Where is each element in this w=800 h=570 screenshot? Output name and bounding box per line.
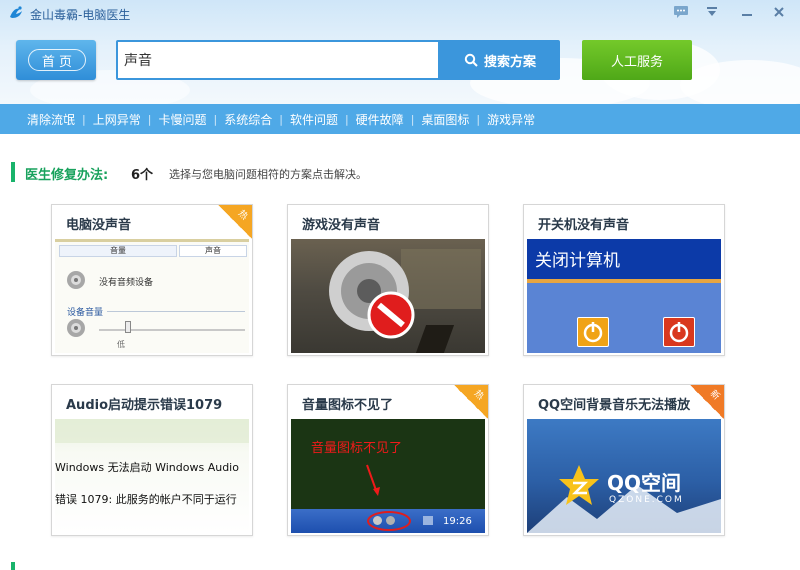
- standby-icon: [577, 317, 609, 347]
- menu-button[interactable]: [701, 3, 723, 21]
- card-title: QQ空间背景音乐无法播放: [538, 398, 691, 413]
- card-title: 音量图标不见了: [302, 398, 394, 413]
- solution-card-no-sound[interactable]: 电脑没声音 热 音量 声音 没有音频设备 设备音量 低: [51, 204, 253, 356]
- qzone-brand: QQ空间: [607, 471, 682, 495]
- solution-card-qzone-music[interactable]: QQ空间背景音乐无法播放 新 QQ空间 QZONE.COM: [523, 384, 725, 536]
- title-bar: 金山毒霸-电脑医生: [0, 0, 800, 26]
- card-title: 游戏没有声音: [302, 218, 381, 233]
- thumb-volume-missing-label: 音量图标不见了: [311, 441, 403, 456]
- solutions-hint: 选择与您电脑问题相符的方案点击解决。: [169, 168, 367, 181]
- solutions-header: 医生修复办法: 6个 选择与您电脑问题相符的方案点击解决。: [0, 160, 800, 184]
- search-button[interactable]: 搜索方案: [440, 40, 560, 80]
- speaker-icon: [67, 271, 85, 289]
- card-thumbnail: 关闭计算机: [527, 239, 721, 353]
- category-nav: 清除流氓 | 上网异常 | 卡慢问题 | 系统综合 | 软件问题 | 硬件故障 | 桌面图标…: [0, 104, 800, 134]
- nav-item-hardware[interactable]: 硬件故障: [349, 111, 411, 128]
- search-icon: [464, 53, 478, 67]
- hot-badge: 热: [218, 205, 252, 239]
- nav-item-desktop-icons[interactable]: 桌面图标: [414, 111, 476, 128]
- header: 金山毒霸-电脑医生 首 页 搜索方案 人工服务: [0, 0, 800, 104]
- search-button-label: 搜索方案: [483, 54, 536, 70]
- power-off-icon: [663, 317, 695, 347]
- solution-card-volume-icon-missing[interactable]: 音量图标不见了 热 音量图标不见了 19:26: [287, 384, 489, 536]
- solution-card-game-no-sound[interactable]: 游戏没有声音: [287, 204, 489, 356]
- solutions-count: 6个: [131, 168, 154, 183]
- bottom-section-stub: [0, 560, 800, 570]
- card-thumbnail: 音量 声音 没有音频设备 设备音量 低: [55, 239, 249, 353]
- thumb-tab-sound: 声音: [179, 245, 247, 257]
- card-thumbnail: 音量图标不见了 19:26: [291, 419, 485, 533]
- card-thumbnail: QQ空间 QZONE.COM: [527, 419, 721, 533]
- search-box: 搜索方案: [116, 40, 560, 80]
- solution-card-boot-no-sound[interactable]: 开关机没有声音 关闭计算机: [523, 204, 725, 356]
- app-logo-icon: [10, 6, 22, 18]
- qzone-domain: QZONE.COM: [609, 495, 684, 505]
- thumb-clock: 19:26: [443, 516, 472, 527]
- search-input[interactable]: [118, 42, 438, 78]
- card-thumbnail: Windows 无法启动 Windows Audio 错误 1079: 此服务的…: [55, 419, 249, 533]
- close-icon: [774, 7, 784, 17]
- speaker-icon: [67, 319, 85, 337]
- thumb-tab-volume: 音量: [59, 245, 177, 257]
- muted-speaker-icon: [329, 251, 415, 339]
- home-button-label: 首 页: [28, 49, 86, 71]
- nav-item-software[interactable]: 软件问题: [283, 111, 345, 128]
- chat-bubble-icon: [674, 6, 688, 18]
- app-window: 金山毒霸-电脑医生 首 页 搜索方案 人工服务: [0, 0, 800, 570]
- hot-badge: 热: [454, 385, 488, 419]
- solution-card-audio-1079[interactable]: Audio启动提示错误1079 Windows 无法启动 Windows Aud…: [51, 384, 253, 536]
- thumb-no-audio-device: 没有音频设备: [99, 278, 154, 288]
- human-service-button[interactable]: 人工服务: [582, 40, 692, 80]
- minimize-icon: [742, 14, 752, 16]
- dropdown-menu-icon: [707, 7, 717, 16]
- close-button[interactable]: [768, 3, 790, 21]
- nav-item-system[interactable]: 系统综合: [217, 111, 279, 128]
- window-title: 金山毒霸-电脑医生: [30, 8, 131, 22]
- solutions-label: 医生修复办法:: [25, 168, 109, 183]
- nav-item-slow[interactable]: 卡慢问题: [151, 111, 213, 128]
- nav-item-clear-rogue[interactable]: 清除流氓: [20, 111, 82, 128]
- qzone-star-icon: [559, 465, 599, 505]
- thumb-shutdown-title: 关闭计算机: [527, 239, 721, 279]
- feedback-button[interactable]: [670, 3, 692, 21]
- nav-item-games[interactable]: 游戏异常: [480, 111, 542, 128]
- card-thumbnail: [291, 239, 485, 353]
- thumb-error-1079: 错误 1079: 此服务的帐户不同于运行: [55, 493, 237, 506]
- thumb-windows-error: Windows 无法启动 Windows Audio: [55, 461, 239, 474]
- card-title: 电脑没声音: [66, 218, 132, 233]
- home-button[interactable]: 首 页: [16, 40, 96, 80]
- arrow-icon: [366, 464, 380, 496]
- thumb-low-label: 低: [117, 340, 125, 349]
- nav-item-internet[interactable]: 上网异常: [86, 111, 148, 128]
- new-badge: 新: [690, 385, 724, 419]
- section-marker: [11, 162, 15, 182]
- card-title: Audio启动提示错误1079: [66, 398, 223, 413]
- minimize-button[interactable]: [736, 3, 758, 21]
- card-title: 开关机没有声音: [538, 218, 630, 233]
